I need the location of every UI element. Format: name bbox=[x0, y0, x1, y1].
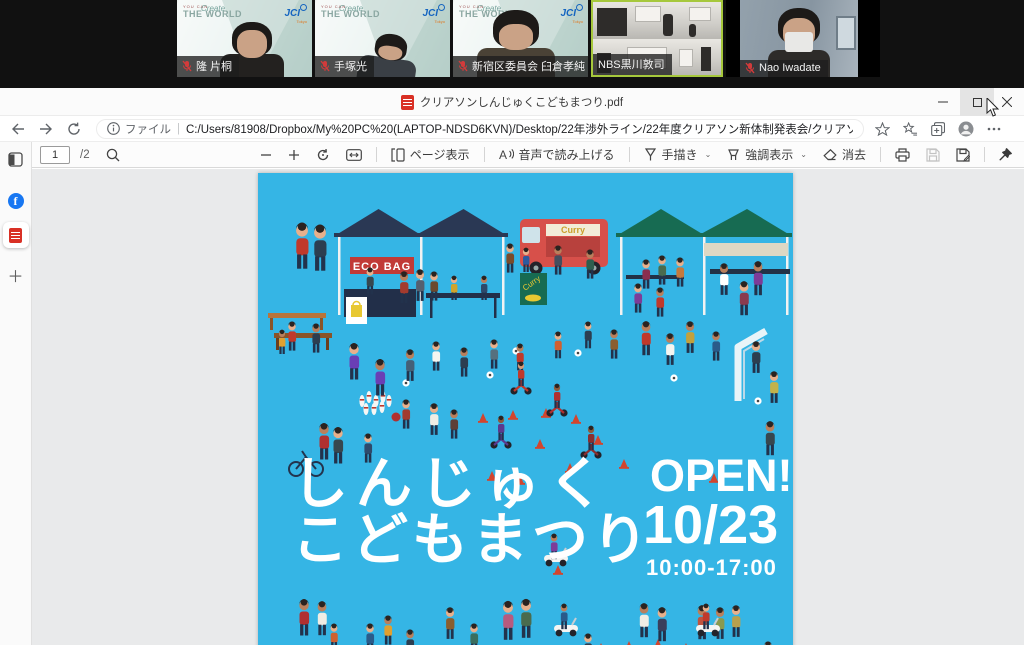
poster-title-line1: しんじゅく bbox=[292, 452, 612, 515]
vertical-tabs-sidebar: f ＋ bbox=[0, 142, 32, 645]
facebook-icon: f bbox=[8, 193, 24, 209]
pdf-file-icon bbox=[9, 228, 22, 243]
zoom-in-icon[interactable] bbox=[282, 143, 306, 167]
mic-muted-icon bbox=[458, 60, 468, 72]
mic-muted-icon bbox=[745, 62, 755, 74]
tab-actions-icon[interactable] bbox=[3, 146, 29, 172]
mouse-cursor bbox=[986, 98, 1000, 123]
mic-muted-icon bbox=[182, 60, 192, 72]
chevron-down-icon[interactable]: ⌄ bbox=[800, 150, 807, 159]
participant-tile-active[interactable]: NBS黒川敦司 bbox=[591, 0, 723, 77]
pdf-page: ECO BAGCurryCurry しんじゅく こどもまつり OPEN! 10/… bbox=[258, 173, 793, 645]
participant-name-tag: 手塚光 bbox=[315, 56, 374, 77]
participant-name-tag: Nao Iwadate bbox=[740, 60, 828, 77]
rotate-icon[interactable] bbox=[310, 143, 336, 167]
active-tab[interactable]: クリアソンしんじゅくこどもまつり.pdf bbox=[0, 88, 1024, 116]
save-icon-disabled bbox=[920, 143, 946, 167]
forward-icon[interactable] bbox=[32, 118, 60, 140]
participant-name-tag: 新宿区委員会 臼倉孝純 bbox=[453, 56, 588, 77]
page-total: /2 bbox=[80, 149, 90, 161]
info-icon bbox=[107, 122, 120, 135]
festival-poster: ECO BAGCurryCurry しんじゅく こどもまつり OPEN! 10/… bbox=[258, 173, 793, 645]
pdf-file-icon bbox=[401, 95, 414, 110]
zoom-out-icon[interactable] bbox=[254, 143, 278, 167]
search-icon[interactable] bbox=[100, 143, 126, 167]
page-view-button[interactable]: ページ表示 bbox=[385, 143, 476, 167]
draw-pen-icon bbox=[644, 148, 657, 161]
poster-time: 10:00-17:00 bbox=[646, 555, 777, 580]
poster-title-line2: こどもまつり bbox=[292, 508, 652, 571]
chevron-down-icon[interactable]: ⌄ bbox=[705, 150, 712, 159]
screen: YOU CAN Create THE WORLD JCI Tokyo 隆 片桐 bbox=[0, 0, 1024, 645]
highlight-button[interactable]: 強調表示 ⌄ bbox=[721, 143, 813, 167]
minimize-button[interactable] bbox=[926, 88, 960, 116]
fit-to-width-icon[interactable] bbox=[340, 143, 368, 167]
poster-date: 10/23 bbox=[643, 495, 778, 555]
pdf-viewport[interactable]: ECO BAGCurryCurry しんじゅく こどもまつり OPEN! 10/… bbox=[32, 169, 1024, 645]
back-icon[interactable] bbox=[4, 118, 32, 140]
participant-tile[interactable]: YOU CAN Create THE WORLD JCI Tokyo 手塚光 bbox=[315, 0, 450, 77]
eraser-icon bbox=[823, 149, 837, 161]
url-scheme-label: ファイル bbox=[125, 121, 171, 137]
pdf-toolbar: 1 /2 bbox=[32, 142, 1024, 168]
svg-text:A: A bbox=[499, 148, 507, 161]
tab-pdf-active[interactable] bbox=[3, 222, 29, 248]
add-favorite-icon[interactable] bbox=[868, 118, 896, 140]
profile-avatar[interactable] bbox=[952, 118, 980, 140]
erase-button[interactable]: 消去 bbox=[817, 143, 872, 167]
mic-muted-icon bbox=[320, 60, 330, 72]
participant-name-tag: NBS黒川敦司 bbox=[593, 54, 672, 75]
title-bar[interactable]: クリアソンしんじゅくこどもまつり.pdf bbox=[0, 88, 1024, 116]
new-tab-button[interactable]: ＋ bbox=[3, 262, 29, 288]
participant-name-tag: 隆 片桐 bbox=[177, 56, 239, 77]
print-icon[interactable] bbox=[889, 143, 916, 167]
poster-open-label: OPEN! bbox=[650, 450, 793, 501]
refresh-icon[interactable] bbox=[60, 118, 88, 140]
page-view-icon bbox=[391, 148, 405, 162]
jci-logo: JCI Tokyo bbox=[560, 4, 583, 24]
svg-text:ECO BAG: ECO BAG bbox=[353, 261, 411, 273]
participant-tile[interactable]: YOU CAN Create THE WORLD JCI Tokyo 新宿区委員… bbox=[453, 0, 588, 77]
url-text: C:/Users/81908/Dropbox/My%20PC%20(LAPTOP… bbox=[186, 121, 853, 137]
read-aloud-button[interactable]: A 音声で読み上げる bbox=[493, 143, 621, 167]
jci-logo: JCI Tokyo bbox=[422, 4, 445, 24]
favorites-icon[interactable] bbox=[896, 118, 924, 140]
page-number-input[interactable]: 1 bbox=[40, 146, 70, 164]
participant-tile[interactable]: YOU CAN Create THE WORLD JCI Tokyo 隆 片桐 bbox=[177, 0, 312, 77]
save-as-icon[interactable] bbox=[950, 143, 976, 167]
url-field[interactable]: ファイル | C:/Users/81908/Dropbox/My%20PC%20… bbox=[96, 119, 864, 139]
zoom-video-strip: YOU CAN Create THE WORLD JCI Tokyo 隆 片桐 bbox=[0, 0, 1024, 88]
read-aloud-icon: A bbox=[499, 148, 514, 161]
participant-tile[interactable]: Nao Iwadate bbox=[726, 0, 880, 77]
collections-icon[interactable] bbox=[924, 118, 952, 140]
svg-text:Curry: Curry bbox=[561, 225, 585, 235]
tab-title: クリアソンしんじゅくこどもまつり.pdf bbox=[420, 94, 623, 110]
participant-video bbox=[593, 2, 721, 39]
draw-button[interactable]: 手描き ⌄ bbox=[638, 143, 718, 167]
edge-browser-window: クリアソンしんじゅくこどもまつり.pdf bbox=[0, 88, 1024, 645]
highlighter-icon bbox=[727, 148, 740, 161]
jci-logo: JCI Tokyo bbox=[284, 4, 307, 24]
tab-facebook[interactable]: f bbox=[3, 188, 29, 214]
address-bar: ファイル | C:/Users/81908/Dropbox/My%20PC%20… bbox=[0, 116, 1024, 142]
pin-toolbar-icon[interactable] bbox=[993, 143, 1018, 167]
